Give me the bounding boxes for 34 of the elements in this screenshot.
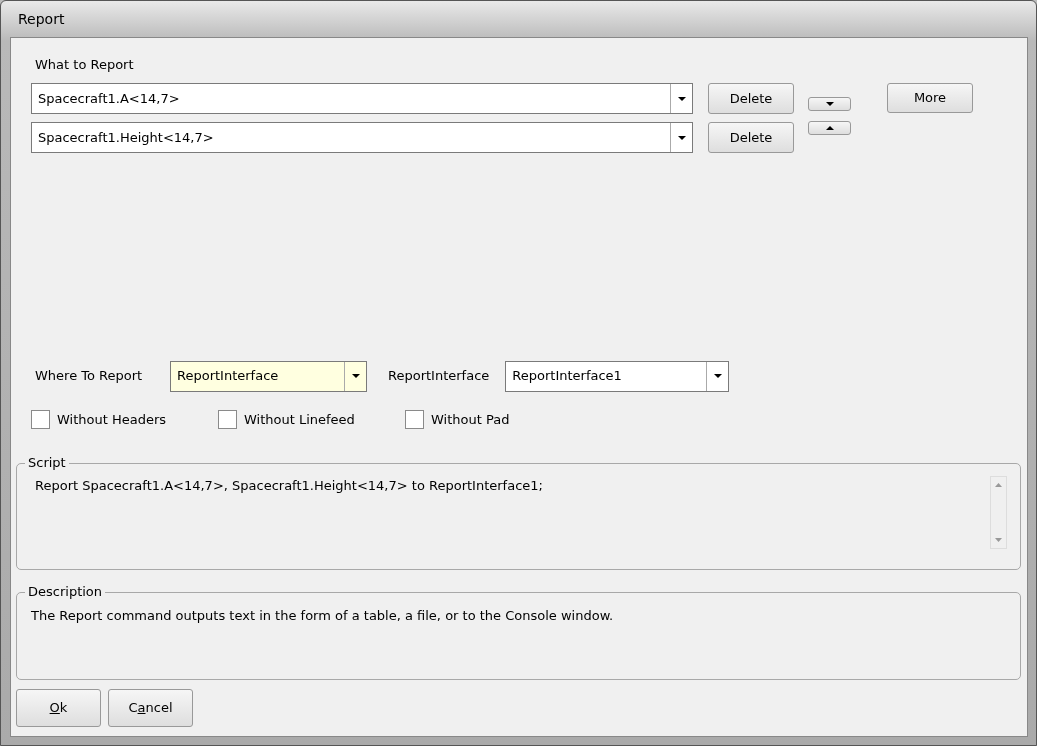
move-up-button[interactable]	[808, 121, 851, 135]
dropdown-arrow-icon	[677, 96, 686, 101]
dropdown-arrow-icon	[351, 374, 360, 378]
down-arrow-icon	[825, 102, 834, 106]
dropdown-arrow-icon	[713, 374, 722, 378]
move-down-button[interactable]	[808, 97, 851, 111]
group-title: Script	[25, 454, 69, 472]
checkbox[interactable]	[405, 409, 424, 429]
checkbox[interactable]	[218, 409, 237, 429]
dropdown[interactable]: Spacecraft1.Height<14,7>	[31, 122, 693, 153]
checkbox-label: Without Linefeed	[244, 410, 355, 429]
dropdown[interactable]: ReportInterface	[170, 360, 367, 392]
checkbox-label: Without Pad	[431, 410, 510, 429]
scroll-up-icon[interactable]	[995, 483, 1002, 487]
more-button[interactable]: More	[887, 83, 973, 113]
dropdown[interactable]: Spacecraft1.A<14,7>	[31, 83, 693, 114]
scroll-down-icon[interactable]	[995, 538, 1002, 542]
delete-button[interactable]: Delete	[708, 83, 794, 114]
dialog-button[interactable]: Ok	[16, 689, 101, 727]
delete-button[interactable]: Delete	[708, 122, 794, 153]
script-text: Report Spacecraft1.A<14,7>, Spacecraft1.Height<14,7> to ReportInterface1;	[35, 477, 544, 495]
window-title: Report	[18, 9, 65, 29]
checkbox-label: Without Headers	[57, 410, 167, 429]
dropdown[interactable]: ReportInterface1	[505, 360, 730, 392]
dialog-button[interactable]: Cancel	[108, 689, 193, 727]
section-label: What to Report	[35, 57, 134, 72]
up-arrow-icon	[825, 126, 834, 130]
checkbox[interactable]	[31, 409, 50, 429]
dropdown-arrow-icon	[677, 135, 686, 140]
field-label: ReportInterface	[388, 367, 490, 386]
description-text: The Report command outputs text in the form of a table, a file, or to the Console window.	[30, 607, 615, 625]
group-title: Description	[25, 583, 106, 601]
field-label: Where To Report	[35, 367, 144, 386]
scrollbar[interactable]	[990, 476, 1007, 549]
